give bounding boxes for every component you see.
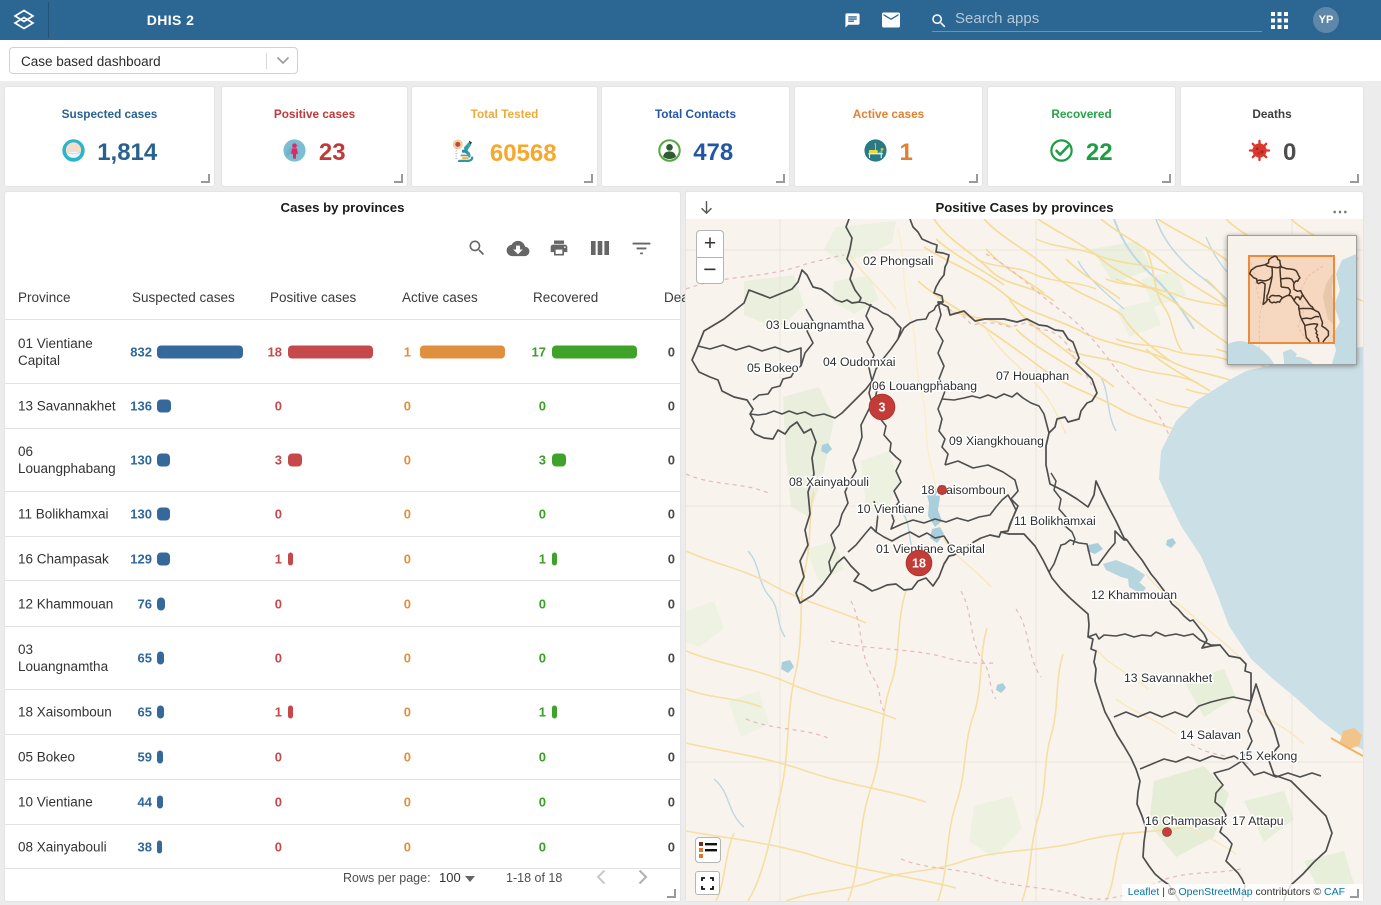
svg-text:06 Louangphabang: 06 Louangphabang bbox=[872, 379, 977, 393]
svg-text:03 Louangnamtha: 03 Louangnamtha bbox=[766, 318, 864, 332]
svg-text:02 Phongsali: 02 Phongsali bbox=[863, 254, 933, 268]
svg-text:04 Oudomxai: 04 Oudomxai bbox=[823, 355, 896, 369]
svg-text:18: 18 bbox=[912, 557, 926, 571]
svg-text:11 Bolikhamxai: 11 Bolikhamxai bbox=[1014, 514, 1096, 528]
svg-text:01 Vientiane Capital: 01 Vientiane Capital bbox=[876, 542, 985, 556]
svg-text:07 Houaphan: 07 Houaphan bbox=[996, 369, 1069, 383]
svg-text:17 Attapu: 17 Attapu bbox=[1232, 814, 1284, 828]
svg-text:15 Xekong: 15 Xekong bbox=[1239, 749, 1297, 763]
svg-text:12 Khammouan: 12 Khammouan bbox=[1091, 588, 1177, 602]
svg-text:08 Xainyabouli: 08 Xainyabouli bbox=[789, 475, 869, 489]
svg-text:18 Xaisomboun: 18 Xaisomboun bbox=[921, 483, 1006, 497]
svg-text:16 Champasak: 16 Champasak bbox=[1145, 814, 1228, 828]
svg-text:3: 3 bbox=[879, 401, 886, 415]
svg-text:14 Salavan: 14 Salavan bbox=[1180, 728, 1241, 742]
svg-text:10 Vientiane: 10 Vientiane bbox=[857, 502, 925, 516]
svg-text:09 Xiangkhouang: 09 Xiangkhouang bbox=[949, 434, 1044, 448]
svg-text:05 Bokeo: 05 Bokeo bbox=[747, 361, 799, 375]
svg-text:13 Savannakhet: 13 Savannakhet bbox=[1124, 671, 1213, 685]
